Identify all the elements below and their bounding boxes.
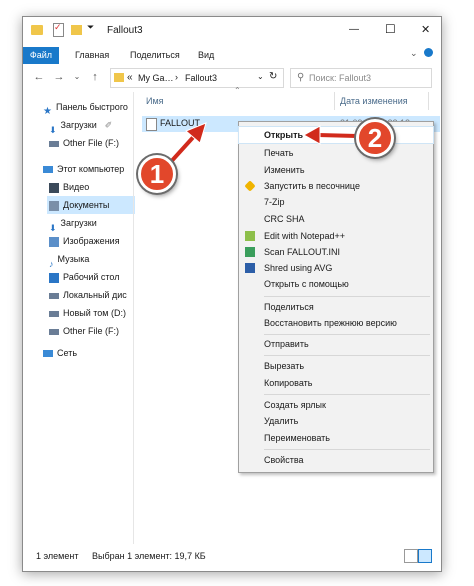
arrow-to-file	[166, 131, 199, 167]
step-badge-2: 2	[356, 119, 394, 157]
annotation-arrows	[164, 122, 361, 169]
step-badge-1: 1	[138, 155, 176, 193]
arrow-to-open	[316, 133, 359, 138]
arrowhead-icon	[302, 125, 321, 145]
